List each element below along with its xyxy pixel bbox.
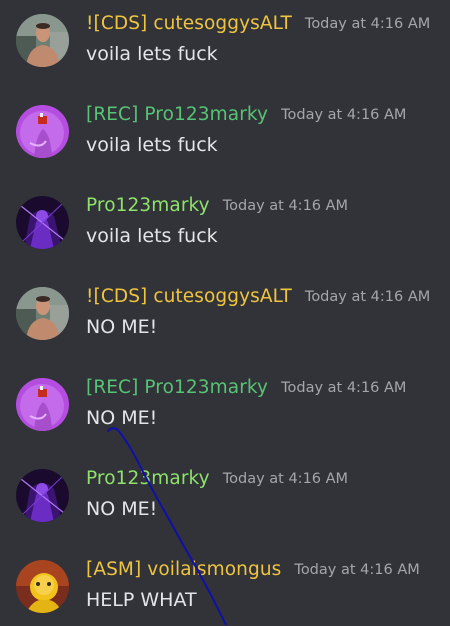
username[interactable]: ![CDS] cutesoggysALT <box>86 13 292 34</box>
yellow-character-avatar-icon <box>16 560 69 613</box>
message-header: ![CDS] cutesoggysALT Today at 4:16 AM <box>86 10 430 36</box>
purple-figure-avatar-icon <box>16 105 69 158</box>
avatar[interactable] <box>16 560 69 613</box>
shirtless-man-avatar-icon <box>16 287 69 340</box>
message-header: Pro123marky Today at 4:16 AM <box>86 465 348 491</box>
dark-purple-figure-avatar-icon <box>16 469 69 522</box>
avatar[interactable] <box>16 105 69 158</box>
message-header: ![CDS] cutesoggysALT Today at 4:16 AM <box>86 283 430 309</box>
timestamp: Today at 4:16 AM <box>294 562 420 578</box>
username[interactable]: [ASM] voilaismongus <box>86 559 281 580</box>
username[interactable]: ![CDS] cutesoggysALT <box>86 286 292 307</box>
username[interactable]: Pro123marky <box>86 468 210 489</box>
timestamp: Today at 4:16 AM <box>281 107 407 123</box>
chat-message-list: ![CDS] cutesoggysALT Today at 4:16 AM vo… <box>0 0 450 625</box>
message-item: ![CDS] cutesoggysALT Today at 4:16 AM vo… <box>0 0 450 80</box>
message-content: voila lets fuck <box>86 134 218 156</box>
username[interactable]: [REC] Pro123marky <box>86 104 268 125</box>
message-content: NO ME! <box>86 407 158 429</box>
purple-figure-avatar-icon <box>16 378 69 431</box>
message-item: Pro123marky Today at 4:16 AM voila lets … <box>0 182 450 262</box>
message-header: [ASM] voilaismongus Today at 4:16 AM <box>86 556 420 582</box>
message-header: Pro123marky Today at 4:16 AM <box>86 192 348 218</box>
message-content: voila lets fuck <box>86 225 218 247</box>
message-header: [REC] Pro123marky Today at 4:16 AM <box>86 374 406 400</box>
message-item: Pro123marky Today at 4:16 AM NO ME! <box>0 455 450 535</box>
dark-purple-figure-avatar-icon <box>16 196 69 249</box>
username[interactable]: Pro123marky <box>86 195 210 216</box>
message-item: [REC] Pro123marky Today at 4:16 AM NO ME… <box>0 364 450 444</box>
message-item: [ASM] voilaismongus Today at 4:16 AM HEL… <box>0 546 450 626</box>
message-content: voila lets fuck <box>86 43 218 65</box>
username[interactable]: [REC] Pro123marky <box>86 377 268 398</box>
timestamp: Today at 4:16 AM <box>281 380 407 396</box>
shirtless-man-avatar-icon <box>16 14 69 67</box>
avatar[interactable] <box>16 469 69 522</box>
timestamp: Today at 4:16 AM <box>304 16 431 32</box>
timestamp: Today at 4:16 AM <box>222 471 349 487</box>
avatar[interactable] <box>16 196 69 249</box>
message-header: [REC] Pro123marky Today at 4:16 AM <box>86 101 406 127</box>
avatar[interactable] <box>16 378 69 431</box>
message-item: ![CDS] cutesoggysALT Today at 4:16 AM NO… <box>0 273 450 353</box>
timestamp: Today at 4:16 AM <box>304 289 431 305</box>
message-content: NO ME! <box>86 316 158 338</box>
timestamp: Today at 4:16 AM <box>222 198 349 214</box>
avatar[interactable] <box>16 14 69 67</box>
message-content: HELP WHAT <box>86 589 197 611</box>
message-content: NO ME! <box>86 498 158 520</box>
avatar[interactable] <box>16 287 69 340</box>
message-item: [REC] Pro123marky Today at 4:16 AM voila… <box>0 91 450 171</box>
